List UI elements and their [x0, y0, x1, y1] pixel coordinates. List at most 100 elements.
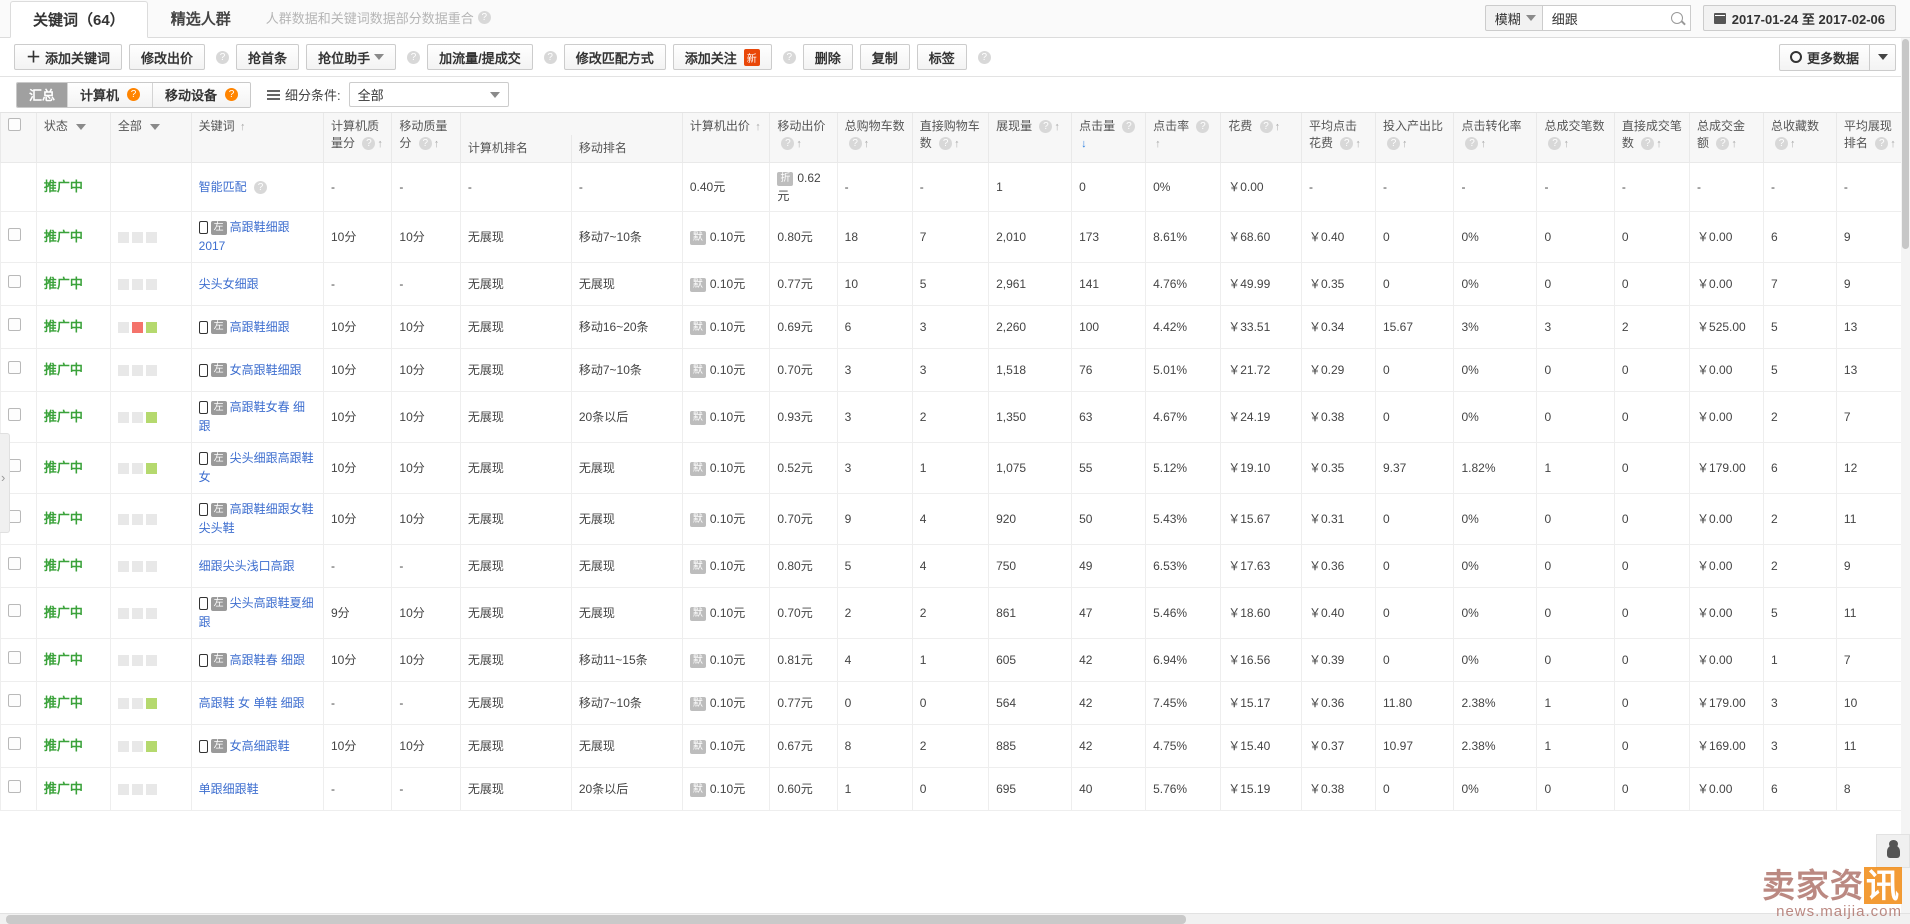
- add-traffic-button[interactable]: 加流量/提成交: [427, 44, 533, 70]
- row-mobile-bid-cell[interactable]: 0.69元: [769, 305, 838, 349]
- row-select-cell[interactable]: [0, 681, 37, 725]
- chevron-down-icon[interactable]: [150, 123, 161, 130]
- horizontal-scrollbar-thumb[interactable]: [6, 915, 1186, 924]
- table-row[interactable]: 推广中 细跟尖头浅口高跟 - - 无展现 无展现默 0.10元 0.80元 5 4 750 49 6.5…: [0, 544, 1910, 588]
- computer-help-icon[interactable]: ?: [127, 88, 141, 101]
- row-keyword-cell[interactable]: 左尖头细跟高跟鞋女: [190, 442, 325, 494]
- more-data-dropdown-toggle[interactable]: [1870, 43, 1896, 71]
- header-roi[interactable]: 投入产出比 ?: [1374, 113, 1455, 163]
- row-checkbox[interactable]: [8, 557, 21, 570]
- row-pc-bid-cell[interactable]: 默 0.10元: [681, 442, 771, 494]
- row-checkbox[interactable]: [8, 737, 21, 750]
- help-icon[interactable]: ?: [1039, 120, 1053, 134]
- table-row[interactable]: 推广中 单跟细跟鞋 - - 无展现 20条以后默 0.10元 0.60元 1 0 695 40 5.76…: [0, 767, 1910, 811]
- vertical-scrollbar[interactable]: [1901, 38, 1910, 924]
- add-traffic-help-icon[interactable]: ?: [543, 50, 557, 64]
- row-mobile-bid-cell[interactable]: 0.80元: [769, 544, 838, 588]
- help-icon[interactable]: ?: [1641, 137, 1655, 151]
- tab-crowd[interactable]: 精选人群: [148, 0, 254, 37]
- mobile-help-icon[interactable]: ?: [225, 88, 239, 101]
- tag-button[interactable]: 标签: [916, 44, 967, 70]
- header-avg-cpc[interactable]: 平均点击花费 ?: [1300, 113, 1376, 163]
- match-mode-select[interactable]: 模糊: [1484, 5, 1543, 31]
- header-mobile-bid[interactable]: 移动出价 ?: [769, 113, 838, 163]
- keyword-link[interactable]: 细跟尖头浅口高跟: [199, 559, 295, 573]
- help-icon[interactable]: ?: [1548, 137, 1562, 151]
- row-keyword-cell[interactable]: 左女高跟鞋细跟: [190, 348, 325, 392]
- help-icon[interactable]: ?: [1875, 137, 1889, 151]
- row-keyword-cell[interactable]: 左女高细跟鞋: [190, 724, 325, 768]
- help-icon[interactable]: ?: [1716, 137, 1730, 151]
- sidebar-expand-handle[interactable]: [0, 433, 10, 533]
- row-pc-bid-cell[interactable]: 默 0.10元: [681, 348, 771, 392]
- sort-icon[interactable]: [240, 119, 246, 136]
- customer-service-button[interactable]: [1876, 834, 1910, 868]
- row-pc-bid-cell[interactable]: 默 0.10元: [681, 305, 771, 349]
- keyword-link[interactable]: 高跟鞋 女 单鞋 细跟: [199, 696, 305, 710]
- row-pc-bid-cell[interactable]: 默 0.10元: [681, 767, 771, 811]
- sort-icon[interactable]: [864, 136, 870, 153]
- row-checkbox[interactable]: [8, 651, 21, 664]
- table-row[interactable]: 推广中左尖头高跟鞋夏细跟 9分 10分 无展现 无展现默 0.10元 0.70元 2 2 861 4…: [0, 587, 1910, 639]
- tag-help-icon[interactable]: ?: [977, 50, 991, 64]
- row-pc-bid-cell[interactable]: 默 0.10元: [681, 681, 771, 725]
- help-icon[interactable]: ?: [848, 137, 862, 151]
- row-keyword-cell[interactable]: 智能匹配 ?: [190, 162, 325, 212]
- row-keyword-cell[interactable]: 左高跟鞋细跟2017: [190, 211, 325, 263]
- keyword-link[interactable]: 女高细跟鞋: [230, 739, 290, 753]
- header-pc-quality[interactable]: 计算机质量分 ?: [322, 113, 393, 163]
- row-keyword-cell[interactable]: 单跟细跟鞋: [190, 767, 325, 811]
- segment-summary[interactable]: 汇总: [17, 82, 69, 107]
- help-icon[interactable]: ?: [1259, 120, 1273, 134]
- help-icon[interactable]: ?: [362, 137, 376, 151]
- table-row[interactable]: 推广中 高跟鞋 女 单鞋 细跟 - - 无展现 移动7~10条默 0.10元 0.77元 0 0 5…: [0, 681, 1910, 725]
- modify-bid-help-icon[interactable]: ?: [216, 50, 230, 64]
- row-select-cell[interactable]: [0, 587, 37, 639]
- sort-icon[interactable]: [1790, 136, 1796, 153]
- more-data-button[interactable]: 更多数据: [1778, 43, 1870, 71]
- row-select-cell[interactable]: [0, 348, 37, 392]
- row-keyword-cell[interactable]: 左高跟鞋细跟: [190, 305, 325, 349]
- row-checkbox[interactable]: [8, 694, 21, 707]
- table-row[interactable]: 推广中 智能匹配 ? - - - -0.40元折 0.62元 - -1 0 0% ￥0.00- - - - -…: [0, 162, 1910, 212]
- sort-icon[interactable]: [755, 119, 761, 136]
- search-icon[interactable]: [1670, 12, 1683, 24]
- row-keyword-cell[interactable]: 细跟尖头浅口高跟: [190, 544, 325, 588]
- row-checkbox[interactable]: [8, 604, 21, 617]
- row-select-cell[interactable]: [0, 767, 37, 811]
- row-mobile-bid-cell[interactable]: 0.52元: [769, 442, 838, 494]
- sort-icon[interactable]: [1275, 119, 1281, 136]
- sort-icon[interactable]: [1480, 136, 1486, 153]
- keyword-link[interactable]: 单跟细跟鞋: [199, 782, 259, 796]
- row-checkbox[interactable]: [8, 780, 21, 793]
- row-keyword-cell[interactable]: 尖头女细跟: [190, 262, 325, 306]
- vertical-scrollbar-thumb[interactable]: [1902, 39, 1909, 249]
- row-pc-bid-cell[interactable]: 默 0.10元: [681, 544, 771, 588]
- header-all[interactable]: 全部: [109, 113, 192, 163]
- header-pc-rank[interactable]: 计算机排名: [459, 135, 572, 163]
- help-icon[interactable]: ?: [254, 180, 268, 194]
- row-mobile-bid-cell[interactable]: 0.70元: [769, 348, 838, 392]
- header-mobile-quality[interactable]: 移动质量分 ?: [391, 113, 461, 163]
- table-row[interactable]: 推广中左女高细跟鞋 10分 10分 无展现 无展现默 0.10元 0.67元 8 2 885 42 4…: [0, 724, 1910, 768]
- segment-mobile[interactable]: 移动设备 ?: [153, 82, 251, 107]
- header-direct-orders[interactable]: 直接成交笔数 ?: [1613, 113, 1691, 163]
- sort-icon[interactable]: [1656, 136, 1662, 153]
- row-mobile-bid-cell[interactable]: 折 0.62元: [769, 162, 838, 212]
- row-keyword-cell[interactable]: 左高跟鞋女春 细跟: [190, 391, 325, 443]
- row-pc-bid-cell[interactable]: 0.40元: [681, 162, 771, 212]
- row-pc-bid-cell[interactable]: 默 0.10元: [681, 262, 771, 306]
- row-select-cell[interactable]: [0, 211, 37, 263]
- row-mobile-bid-cell[interactable]: 0.70元: [769, 493, 838, 545]
- header-total-orders[interactable]: 总成交笔数 ?: [1536, 113, 1615, 163]
- header-total-amount[interactable]: 总成交金额 ?: [1689, 113, 1765, 163]
- segment-condition-select[interactable]: 全部: [348, 82, 509, 107]
- row-select-cell[interactable]: [0, 262, 37, 306]
- row-mobile-bid-cell[interactable]: 0.60元: [769, 767, 838, 811]
- help-icon[interactable]: ?: [939, 137, 953, 151]
- row-mobile-bid-cell[interactable]: 0.93元: [769, 391, 838, 443]
- sort-icon[interactable]: [377, 136, 383, 153]
- help-icon[interactable]: ?: [781, 137, 795, 151]
- table-row[interactable]: 推广中左高跟鞋细跟 10分 10分 无展现 移动16~20条默 0.10元 0.69元 6 3 2…: [0, 305, 1910, 349]
- tab-keyword[interactable]: 关键词（64）: [10, 1, 148, 38]
